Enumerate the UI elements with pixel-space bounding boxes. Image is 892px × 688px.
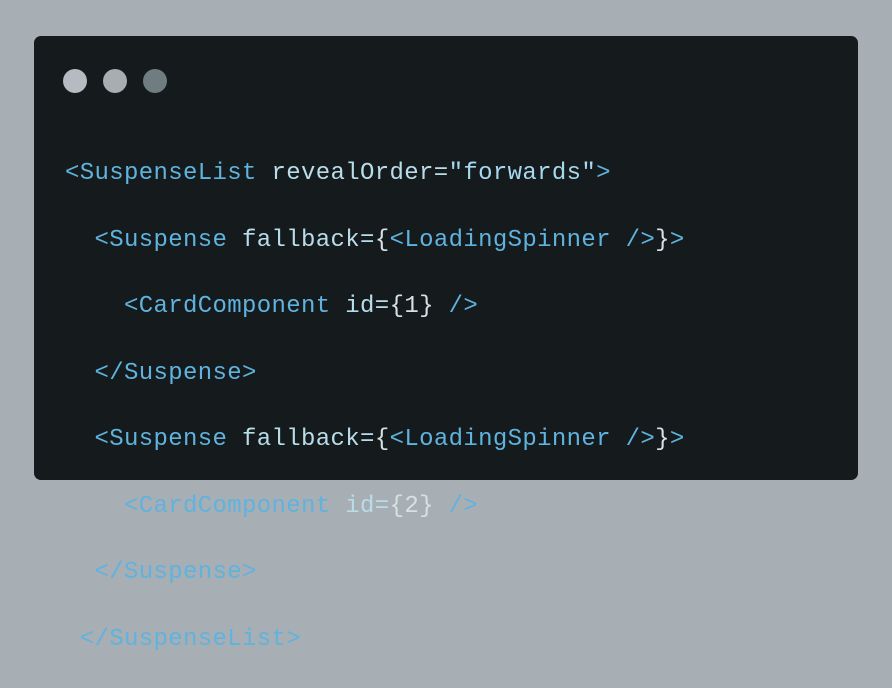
code-token: > <box>669 426 685 453</box>
code-token: </Suspense> <box>65 559 257 586</box>
code-line-2: <Suspense fallback={<LoadingSpinner />}> <box>65 223 685 260</box>
code-token: fallback= <box>227 426 375 453</box>
code-token: /> <box>433 293 479 320</box>
code-token: "forwards" <box>448 160 597 187</box>
code-line-8: </SuspenseList> <box>65 622 685 659</box>
window-dot-1 <box>63 69 87 93</box>
code-token: <CardComponent <box>65 293 331 320</box>
code-token: <CardComponent <box>65 492 331 520</box>
code-token: { <box>374 426 390 453</box>
code-token: /> <box>433 492 479 520</box>
code-token: <LoadingSpinner /> <box>389 226 656 254</box>
code-token: {1} <box>389 293 434 320</box>
window-dot-2 <box>103 69 127 93</box>
code-block: <SuspenseList revealOrder="forwards"> <S… <box>65 141 685 688</box>
code-token: > <box>596 160 611 187</box>
code-line-6: <CardComponent id={2} /> <box>65 489 685 526</box>
code-token: </Suspense> <box>65 359 257 387</box>
code-token: <Suspense <box>65 426 228 453</box>
code-token: {2} <box>389 492 434 520</box>
window-dot-3 <box>143 69 167 93</box>
code-token: </SuspenseList> <box>65 625 302 653</box>
window-controls <box>63 69 167 93</box>
code-token: id= <box>330 492 390 520</box>
code-token: { <box>374 226 390 254</box>
code-token: <LoadingSpinner /> <box>389 426 656 453</box>
code-line-5: <Suspense fallback={<LoadingSpinner />}> <box>65 422 685 459</box>
code-line-7: </Suspense> <box>65 555 685 592</box>
code-line-1: <SuspenseList revealOrder="forwards"> <box>65 156 685 193</box>
code-token: } <box>655 426 670 453</box>
code-line-3: <CardComponent id={1} /> <box>65 289 685 326</box>
code-token: <Suspense <box>65 226 228 254</box>
code-token: } <box>655 226 670 254</box>
code-snippet-window: <SuspenseList revealOrder="forwards"> <S… <box>34 36 858 653</box>
code-token: revealOrder= <box>256 160 449 187</box>
code-line-4: </Suspense> <box>65 356 685 393</box>
code-token: > <box>669 226 685 254</box>
code-token: id= <box>330 293 390 320</box>
code-token: <SuspenseList <box>65 160 257 187</box>
code-token: fallback= <box>227 226 375 254</box>
